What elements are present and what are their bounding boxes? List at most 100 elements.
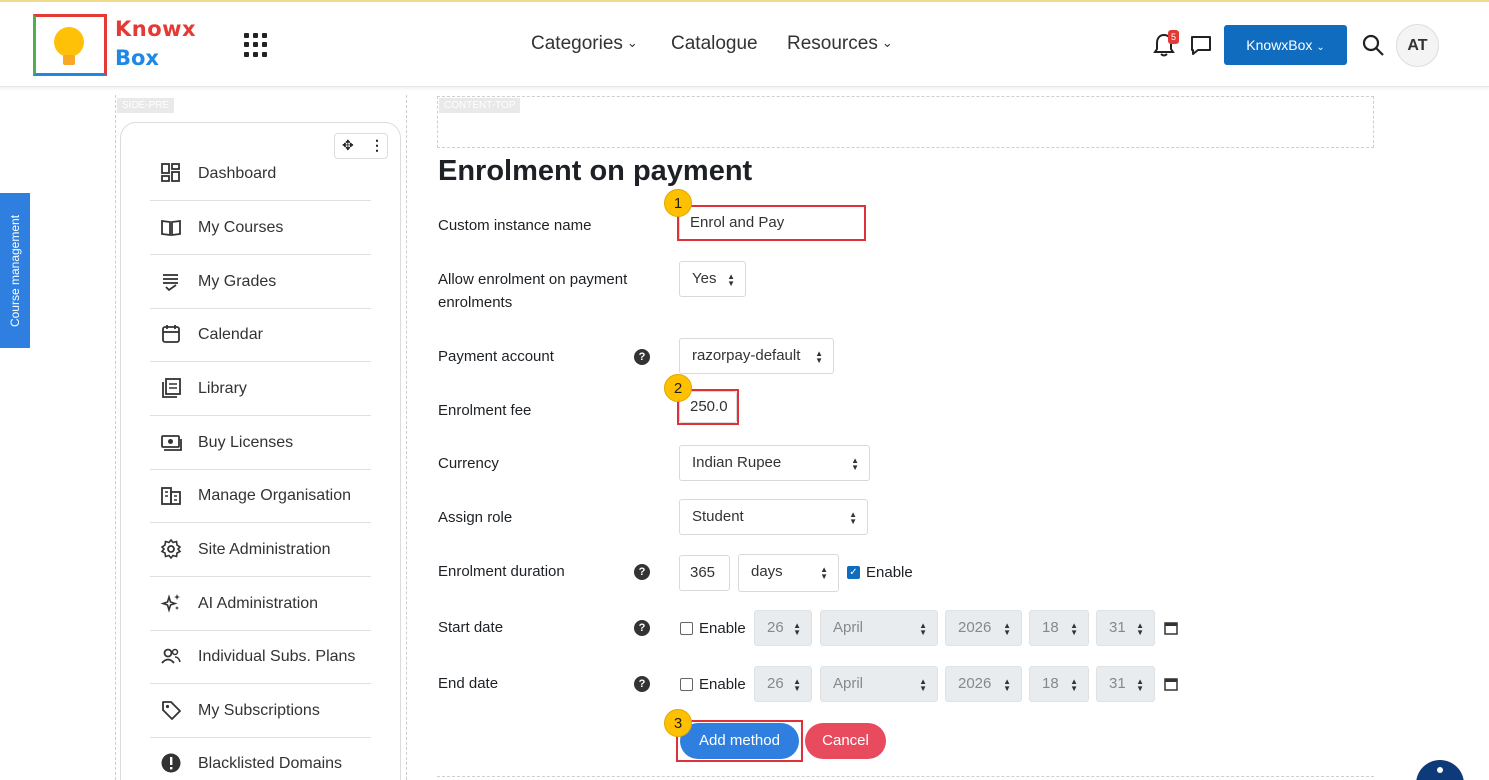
content-top-region-label: CONTENT-TOP [439, 98, 521, 113]
cancel-button[interactable]: Cancel [805, 723, 886, 759]
select-arrows-icon: ▲ ▼ [1003, 677, 1011, 693]
info-fab-icon[interactable] [1416, 760, 1464, 780]
sidebar-item-label: My Subscriptions [198, 702, 320, 719]
sidebar-item-my-courses[interactable]: My Courses [150, 201, 371, 255]
payment-account-select[interactable]: razorpay-default ▲ ▼ [679, 338, 834, 374]
select-arrows-icon: ▲ ▼ [727, 272, 735, 288]
site-header: Knowx Box Categories ⌄ Catalogue Resource… [0, 2, 1489, 87]
end-hour-select[interactable]: 18 ▲ ▼ [1029, 666, 1089, 702]
users-icon [161, 648, 181, 664]
select-arrows-icon: ▲ ▼ [851, 456, 859, 472]
custom-name-label: Custom instance name [438, 217, 592, 234]
sidebar-item-buy-licenses[interactable]: Buy Licenses [150, 416, 371, 470]
calendar-icon[interactable] [1164, 677, 1178, 691]
sidebar-item-my-subscriptions[interactable]: My Subscriptions [150, 684, 371, 738]
side-pre-region-label: SIDE-PRE [117, 98, 175, 113]
start-day-select[interactable]: 26 ▲ ▼ [754, 610, 812, 646]
allow-enrolment-label: Allow enrolment on payment enrolments [438, 271, 628, 311]
calendar-icon [162, 325, 180, 343]
sidebar-item-dashboard[interactable]: Dashboard [150, 147, 371, 201]
alert-icon [161, 753, 181, 773]
start-date-enable-label: Enable [699, 620, 746, 637]
chevron-down-icon: ⌄ [1316, 42, 1325, 53]
duration-enable-checkbox[interactable]: ✓ [847, 566, 860, 579]
enrolment-duration-label: Enrolment duration [438, 563, 565, 580]
chevron-down-icon: ⌄ [881, 35, 893, 50]
duration-amount-input[interactable]: 365 [679, 555, 730, 591]
payment-account-label: Payment account [438, 348, 554, 365]
sidebar-item-individual-subs-plans[interactable]: Individual Subs. Plans [150, 630, 371, 684]
help-icon[interactable]: ? [634, 620, 650, 636]
assign-role-label: Assign role [438, 509, 513, 526]
sidebar-item-site-administration[interactable]: Site Administration [150, 523, 371, 577]
page-title: Enrolment on payment [438, 155, 753, 187]
sidebar-item-my-grades[interactable]: My Grades [150, 255, 371, 309]
sidebar-item-label: Individual Subs. Plans [198, 648, 356, 665]
select-arrows-icon: ▲ ▼ [793, 677, 801, 693]
duration-unit-select[interactable]: days ▲ ▼ [738, 554, 839, 592]
step-badge-3: 3 [664, 709, 692, 737]
currency-select[interactable]: Indian Rupee ▲ ▼ [679, 445, 870, 481]
sidebar-item-label: Calendar [198, 326, 263, 343]
calendar-icon[interactable] [1164, 621, 1178, 635]
start-minute-select[interactable]: 31 ▲ ▼ [1096, 610, 1155, 646]
step-badge-1: 1 [664, 189, 692, 217]
app-grid-icon[interactable] [244, 33, 268, 57]
assign-role-select[interactable]: Student ▲ ▼ [679, 499, 868, 535]
start-month-select[interactable]: April ▲ ▼ [820, 610, 938, 646]
nav-resources[interactable]: Resources ⌄ [787, 33, 893, 55]
gear-icon [160, 538, 182, 560]
start-year-select[interactable]: 2026 ▲ ▼ [945, 610, 1022, 646]
grades-icon [163, 274, 178, 292]
end-day-select[interactable]: 26 ▲ ▼ [754, 666, 812, 702]
sidebar-item-blacklisted-domains[interactable]: Blacklisted Domains [150, 737, 371, 780]
select-arrows-icon: ▲ ▼ [1070, 677, 1078, 693]
chevron-down-icon: ⌄ [626, 35, 638, 50]
start-hour-select[interactable]: 18 ▲ ▼ [1029, 610, 1089, 646]
select-arrows-icon: ▲ ▼ [1136, 677, 1144, 693]
help-icon[interactable]: ? [634, 349, 650, 365]
step-3-highlight [676, 720, 803, 762]
logo-icon[interactable] [33, 14, 107, 76]
sidebar-item-label: My Courses [198, 219, 284, 236]
end-month-select[interactable]: April ▲ ▼ [820, 666, 938, 702]
select-arrows-icon: ▲ ▼ [1070, 621, 1078, 637]
select-arrows-icon: ▲ ▼ [1136, 621, 1144, 637]
help-icon[interactable]: ? [634, 564, 650, 580]
sidebar-item-label: AI Administration [198, 595, 319, 612]
currency-label: Currency [438, 455, 499, 472]
search-icon[interactable] [1361, 33, 1385, 57]
select-arrows-icon: ▲ ▼ [849, 510, 857, 526]
nav-catalogue[interactable]: Catalogue [671, 33, 758, 55]
logo-text-line1[interactable]: Knowx [115, 17, 196, 41]
nav-categories[interactable]: Categories ⌄ [531, 33, 638, 55]
more-options-icon[interactable]: ⋮ [370, 137, 384, 154]
brand-menu-button[interactable]: KnowxBox ⌄ [1224, 25, 1347, 65]
sidebar-item-manage-organisation[interactable]: Manage Organisation [150, 469, 371, 523]
select-arrows-icon: ▲ ▼ [919, 621, 927, 637]
message-icon[interactable] [1189, 33, 1213, 57]
end-minute-select[interactable]: 31 ▲ ▼ [1096, 666, 1155, 702]
sidebar-item-label: My Grades [198, 273, 277, 290]
sidebar-item-ai-administration[interactable]: AI Administration [150, 577, 371, 631]
library-icon [162, 378, 181, 398]
enrolment-fee-label: Enrolment fee [438, 402, 532, 419]
end-date-enable-checkbox[interactable] [680, 678, 693, 691]
logo-text-line2[interactable]: Box [115, 46, 159, 70]
book-icon [161, 219, 181, 237]
sidebar-item-calendar[interactable]: Calendar [150, 308, 371, 362]
step-badge-2: 2 [664, 374, 692, 402]
tag-icon [162, 701, 181, 720]
course-management-drawer-tab[interactable]: Course management [0, 193, 30, 348]
end-year-select[interactable]: 2026 ▲ ▼ [945, 666, 1022, 702]
select-arrows-icon: ▲ ▼ [919, 677, 927, 693]
avatar[interactable]: AT [1396, 24, 1439, 67]
start-date-enable-checkbox[interactable] [680, 622, 693, 635]
end-date-label: End date [438, 675, 499, 692]
step-1-highlight [677, 205, 866, 241]
sidebar-item-label: Manage Organisation [198, 487, 351, 504]
notification-count-badge: 5 [1168, 30, 1179, 44]
help-icon[interactable]: ? [634, 676, 650, 692]
sidebar-item-library[interactable]: Library [150, 362, 371, 416]
allow-enrolment-select[interactable]: Yes ▲ ▼ [679, 261, 746, 297]
